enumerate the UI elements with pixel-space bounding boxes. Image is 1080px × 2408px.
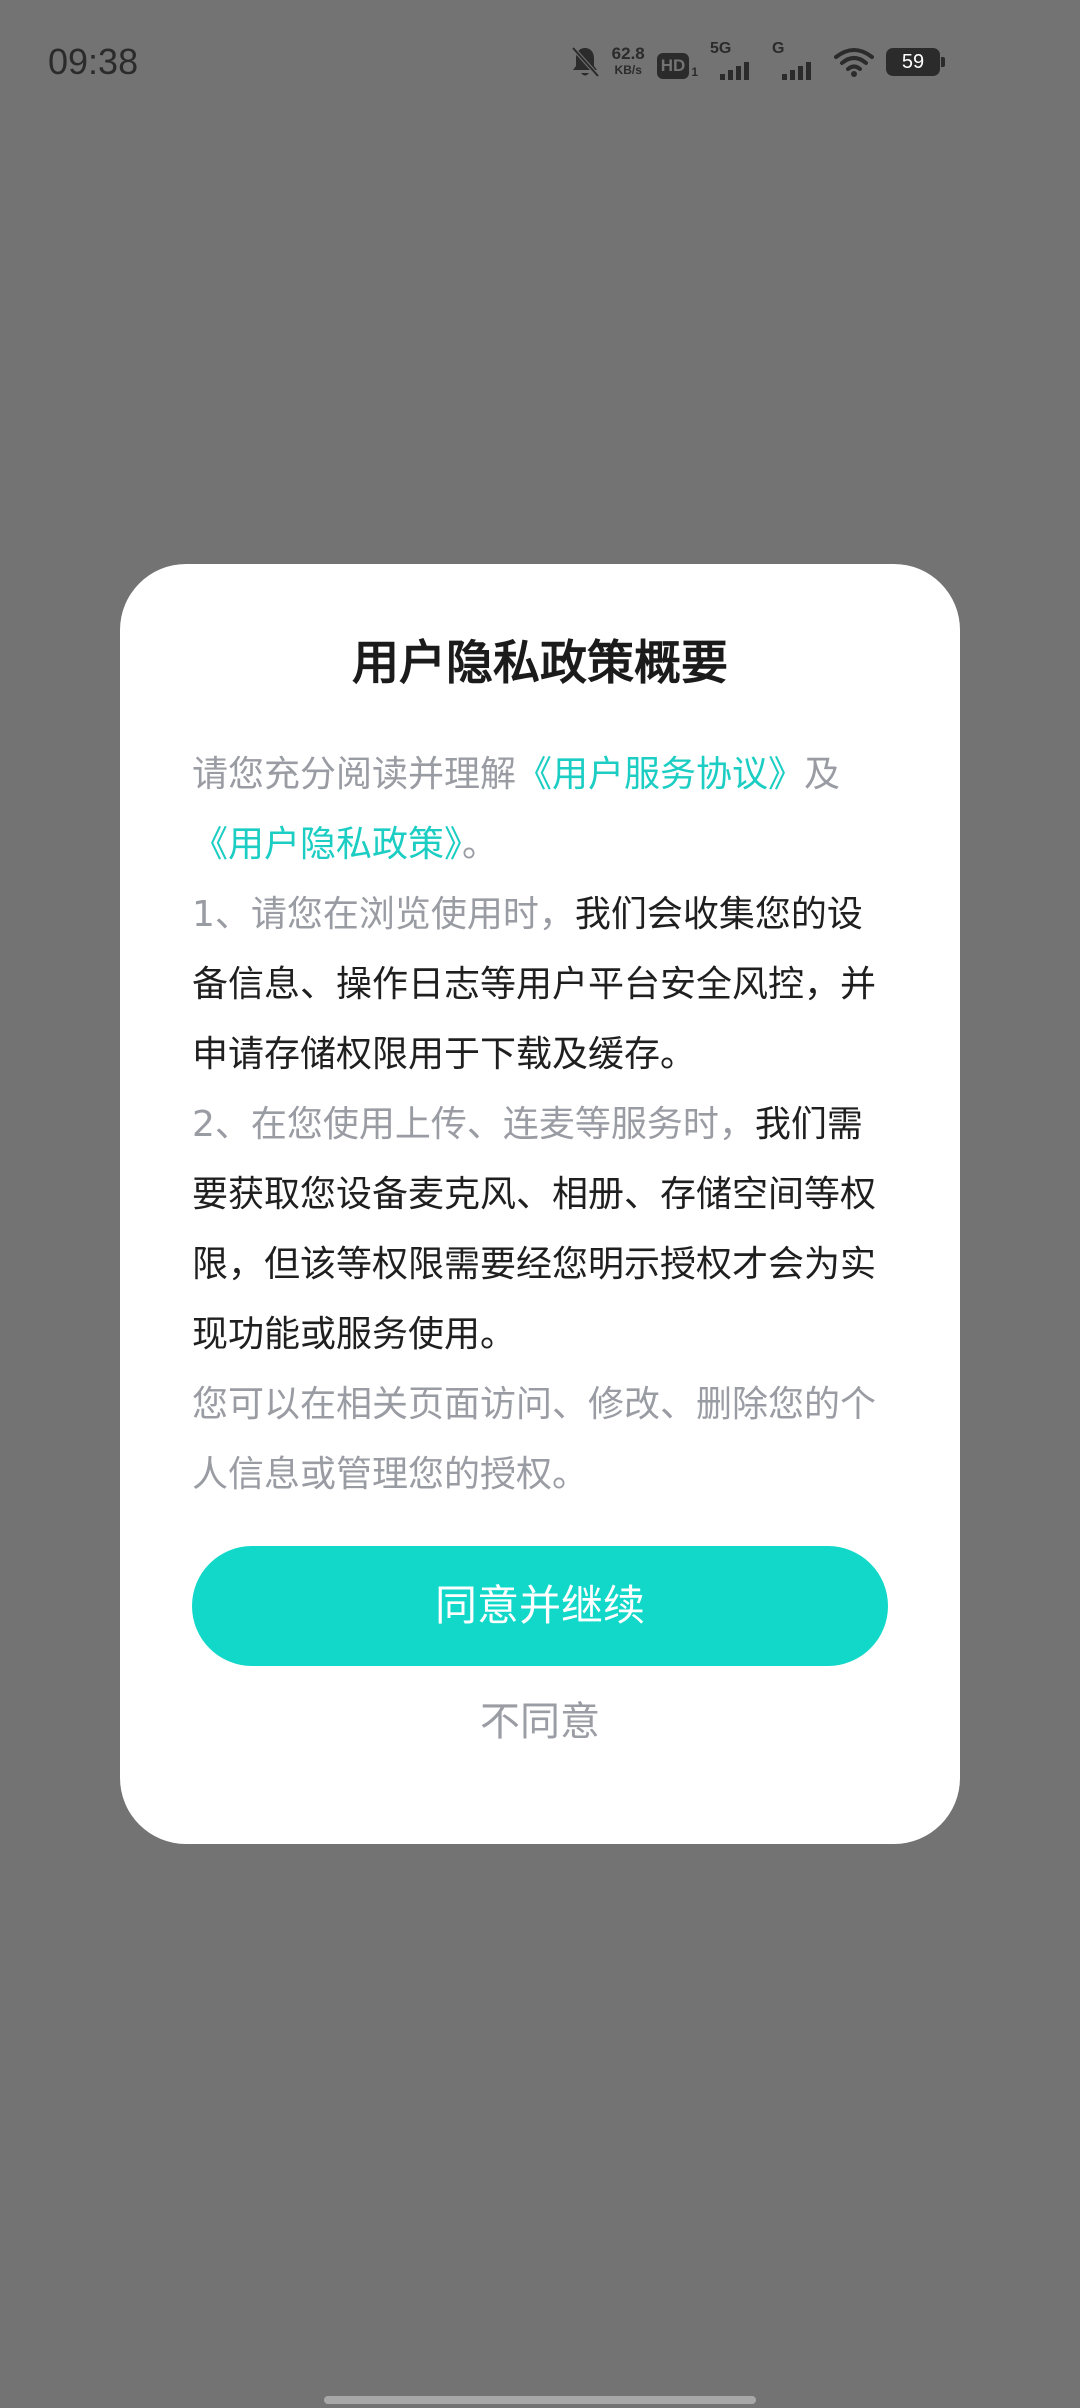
item-2-paragraph: 2、在您使用上传、连麦等服务时，我们需要获取您设备麦克风、相册、存储空间等权限，… (192, 1090, 892, 1370)
intro-prefix: 请您充分阅读并理解 (192, 754, 517, 795)
hd-badge: HD 1 (656, 45, 698, 79)
hd-label: HD (656, 53, 690, 79)
dialog-title: 用户隐私政策概要 (352, 636, 728, 691)
privacy-policy-link[interactable]: 《用户隐私政策》 (192, 824, 462, 865)
agree-continue-button[interactable]: 同意并继续 (192, 1546, 888, 1666)
signal-g: G (772, 40, 822, 80)
disagree-button[interactable]: 不同意 (120, 1682, 960, 1762)
footer-paragraph: 您可以在相关页面访问、修改、删除您的个人信息或管理您的授权。 (192, 1370, 892, 1510)
battery-indicator: 59 (886, 48, 945, 76)
signal-bars-icon (720, 62, 749, 80)
item-2-prefix: 2、在您使用上传、连麦等服务时， (192, 1104, 755, 1145)
hd-sub: 1 (691, 65, 698, 79)
intro-paragraph: 请您充分阅读并理解《用户服务协议》及《用户隐私政策》。 (192, 740, 892, 880)
privacy-policy-dialog: 用户隐私政策概要 请您充分阅读并理解《用户服务协议》及《用户隐私政策》。 1、请… (120, 564, 960, 1844)
signal-5g: 5G (710, 40, 760, 80)
home-indicator[interactable] (324, 2396, 756, 2404)
item-1-paragraph: 1、请您在浏览使用时，我们会收集您的设备信息、操作日志等用户平台安全风控，并申请… (192, 880, 892, 1090)
signal-5g-label: 5G (710, 40, 732, 57)
status-time: 09:38 (48, 41, 139, 82)
intro-and: 及 (804, 754, 841, 795)
mute-bell-icon (570, 45, 600, 79)
status-bar: 09:38 62.8 KB/s HD 1 5G G 59 (0, 0, 1080, 124)
status-icons: 62.8 KB/s HD 1 5G G 59 (570, 40, 945, 84)
intro-end: 。 (462, 824, 499, 865)
signal-bars-icon (782, 62, 811, 80)
item-1-prefix: 1、请您在浏览使用时， (192, 894, 575, 935)
dialog-body: 请您充分阅读并理解《用户服务协议》及《用户隐私政策》。 1、请您在浏览使用时，我… (192, 740, 892, 1510)
network-speed: 62.8 KB/s (611, 44, 645, 78)
footer-text: 您可以在相关页面访问、修改、删除您的个人信息或管理您的授权。 (192, 1384, 877, 1495)
wifi-icon (834, 47, 874, 77)
service-agreement-link[interactable]: 《用户服务协议》 (516, 754, 804, 795)
signal-g-label: G (772, 40, 785, 57)
network-speed-unit: KB/s (614, 63, 642, 77)
network-speed-value: 62.8 (611, 44, 645, 63)
